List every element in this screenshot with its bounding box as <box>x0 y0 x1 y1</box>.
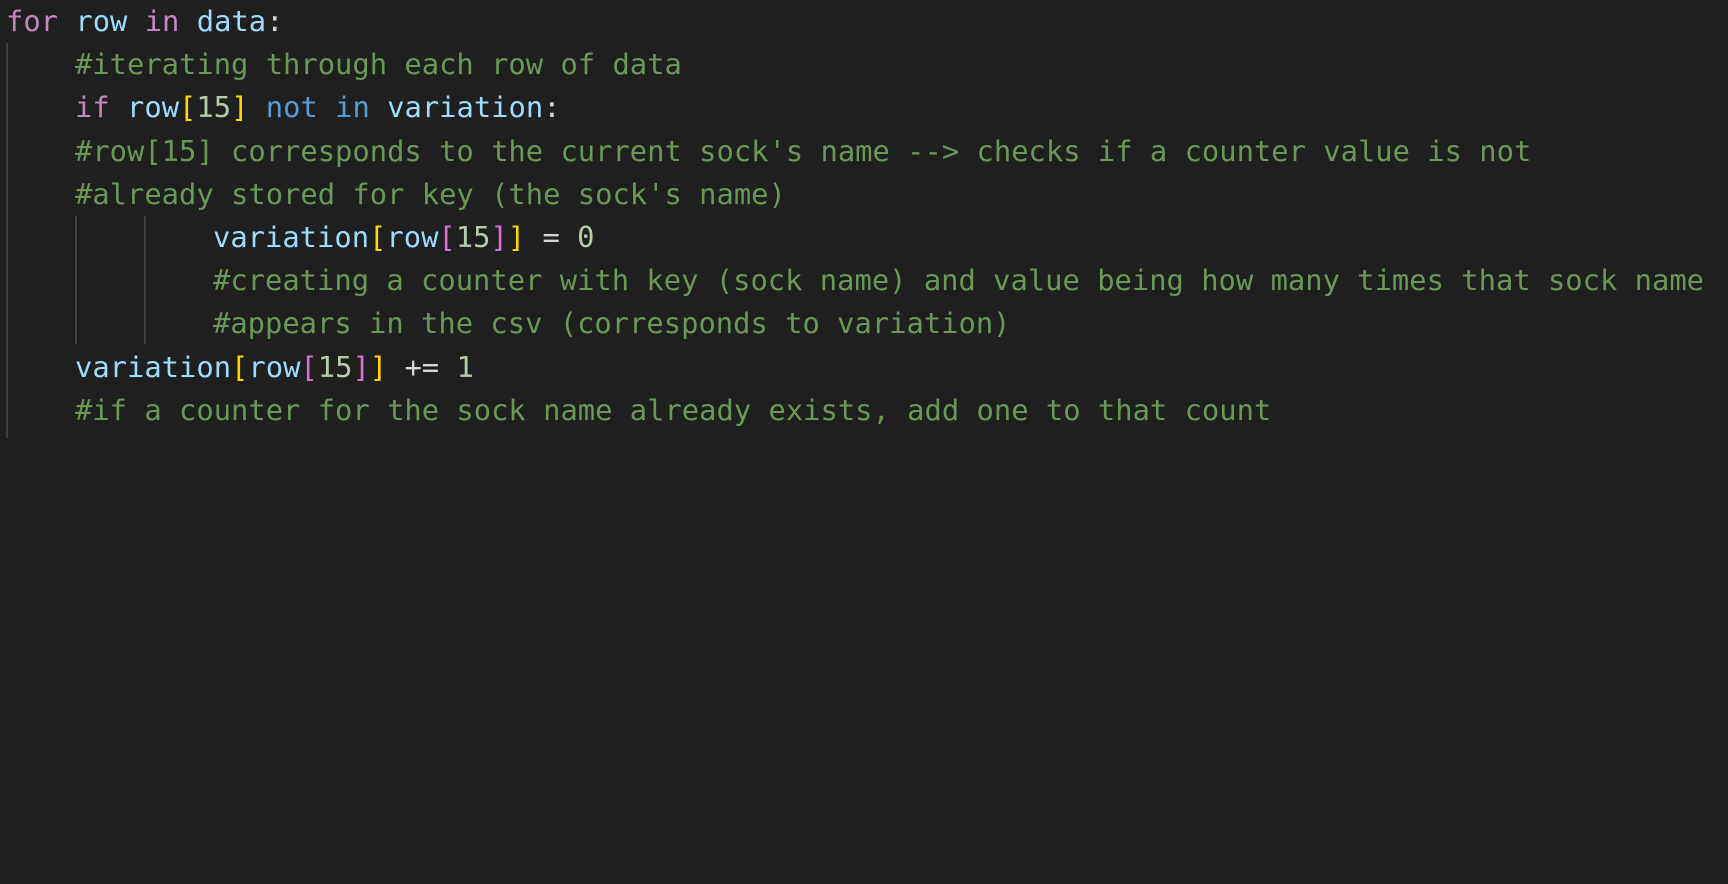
keyword-in: in <box>335 90 370 125</box>
bracket-open: [ <box>369 220 387 254</box>
indent-guide-level-3 <box>144 216 146 344</box>
number-literal: 15 <box>455 220 491 254</box>
comment: #already stored for key (the sock's name… <box>75 176 786 211</box>
bracket-open: [ <box>300 349 318 384</box>
indent-guide-level-1 <box>6 43 8 438</box>
code-line-6[interactable]: variation[row[15]] = 0 <box>213 216 594 259</box>
variable-variation: variation <box>75 349 232 384</box>
keyword-for: for <box>6 4 59 38</box>
code-line-9[interactable]: variation[row[15]] += 1 <box>75 346 474 389</box>
assignment-operator: = <box>525 220 578 254</box>
comment: #creating a counter with key (sock name)… <box>213 263 1704 298</box>
number-literal: 1 <box>456 349 474 384</box>
variable-variation: variation <box>387 90 544 125</box>
comment: #if a counter for the sock name already … <box>75 392 1272 427</box>
comment: #appears in the csv (corresponds to vari… <box>213 306 1011 341</box>
bracket-close: ] <box>507 220 526 254</box>
bracket-close: ] <box>490 220 508 254</box>
comment: #row[15] corresponds to the current sock… <box>75 133 1532 168</box>
keyword-not: not <box>265 90 318 125</box>
keyword-if: if <box>75 90 110 125</box>
bracket-close: ] <box>369 349 388 384</box>
code-line-1[interactable]: for row in data: <box>6 0 283 43</box>
variable-variation: variation <box>213 220 370 254</box>
variable-row: row <box>248 349 301 384</box>
code-line-3[interactable]: if row[15] not in variation: <box>75 86 561 129</box>
variable-row: row <box>75 4 128 38</box>
variable-row: row <box>386 220 439 254</box>
colon: : <box>543 90 561 125</box>
bracket-open: [ <box>179 90 197 125</box>
code-line-2[interactable]: #iterating through each row of data <box>75 43 682 86</box>
indent-guide-level-2 <box>75 216 77 344</box>
comment: #iterating through each row of data <box>75 47 682 82</box>
variable-row: row <box>127 90 180 125</box>
keyword-in: in <box>144 4 180 38</box>
code-line-7[interactable]: #creating a counter with key (sock name)… <box>213 259 1704 302</box>
bracket-open: [ <box>231 349 249 384</box>
code-line-4[interactable]: #row[15] corresponds to the current sock… <box>75 130 1531 173</box>
number-literal: 15 <box>317 349 353 384</box>
bracket-open: [ <box>438 220 456 254</box>
code-editor[interactable]: for row in data: #iterating through each… <box>0 0 1728 442</box>
number-literal: 0 <box>577 220 595 254</box>
code-line-8[interactable]: #appears in the csv (corresponds to vari… <box>213 302 1011 345</box>
code-line-5[interactable]: #already stored for key (the sock's name… <box>75 173 786 216</box>
colon: : <box>266 4 284 38</box>
augmented-assignment-operator: += <box>387 349 457 384</box>
code-line-10[interactable]: #if a counter for the sock name already … <box>75 389 1271 432</box>
bracket-close: ] <box>231 90 249 125</box>
bracket-close: ] <box>352 349 370 384</box>
variable-data: data <box>196 4 267 38</box>
number-literal: 15 <box>196 90 232 125</box>
